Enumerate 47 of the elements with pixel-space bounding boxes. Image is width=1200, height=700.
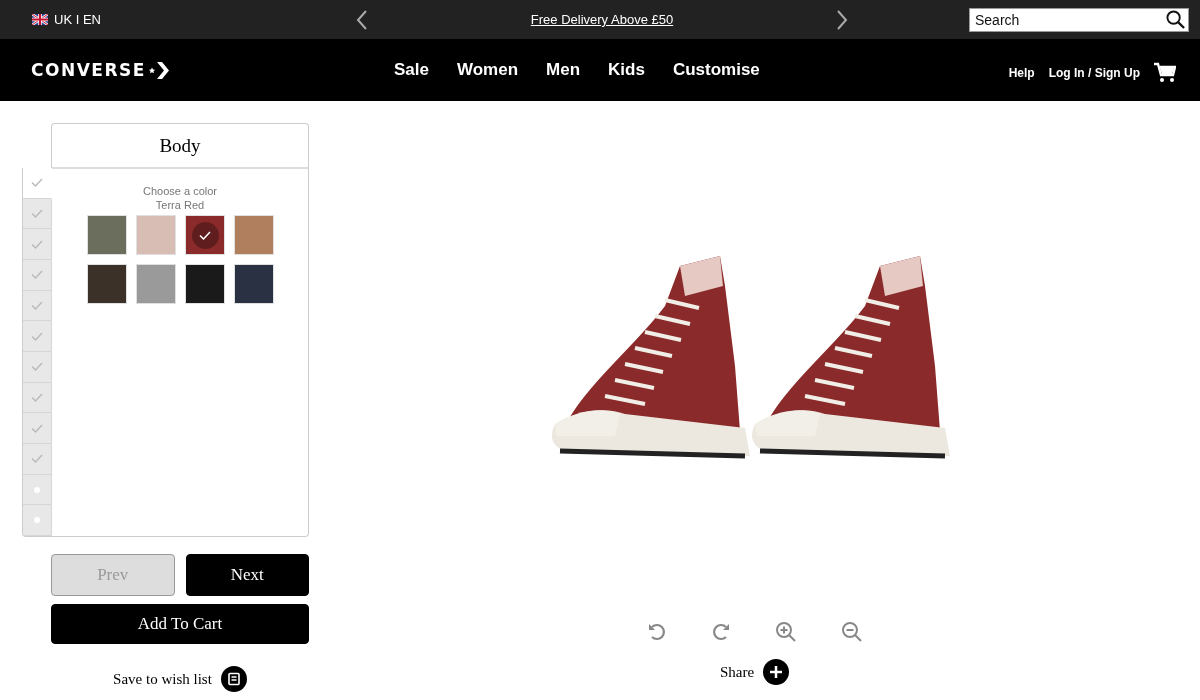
section-title: Body (51, 123, 309, 168)
color-swatch[interactable] (234, 215, 274, 255)
check-icon (31, 362, 43, 372)
plus-icon[interactable] (763, 659, 790, 685)
color-swatch[interactable] (136, 264, 176, 304)
nav-link[interactable]: Men (532, 60, 595, 80)
zoom-in-icon[interactable] (774, 621, 797, 643)
check-icon (31, 270, 43, 280)
color-swatch[interactable] (136, 215, 176, 255)
nav-link[interactable]: Sale (380, 60, 443, 80)
rotate-right-icon[interactable] (710, 621, 731, 641)
wish-list-link[interactable]: Save to wish list (113, 670, 212, 688)
locale-selector[interactable]: UK I EN (54, 12, 101, 27)
check-icon (31, 393, 43, 403)
check-icon (31, 331, 43, 341)
zoom-out-icon[interactable] (840, 621, 863, 643)
flag-icon (32, 14, 48, 25)
cart-icon[interactable] (1154, 62, 1176, 84)
check-icon (31, 178, 43, 188)
color-prompt: Choose a color (143, 184, 217, 198)
search-icon[interactable] (1166, 9, 1185, 29)
color-swatch[interactable] (87, 215, 127, 255)
nav-link[interactable]: Women (443, 60, 533, 80)
selected-color-name: Terra Red (155, 198, 205, 212)
next-button[interactable]: Next (185, 554, 309, 596)
account-link[interactable]: Log In / Sign Up (1048, 66, 1140, 80)
check-icon (31, 239, 43, 249)
search-field[interactable]: Search (969, 7, 1189, 32)
brand-logo[interactable]: CONVERSE (31, 60, 146, 80)
nav-link[interactable]: Customise (658, 60, 774, 80)
check-icon (31, 454, 43, 464)
color-swatch[interactable] (87, 264, 127, 304)
rotate-left-icon[interactable] (646, 621, 667, 641)
check-icon (31, 209, 43, 218)
share-label: Share (719, 663, 755, 681)
nav-link[interactable]: Kids (594, 60, 659, 80)
promo-link[interactable]: Free Delivery Above £50 (530, 12, 674, 27)
list-icon[interactable] (220, 666, 247, 692)
star-chevron-icon (148, 61, 169, 79)
color-swatch[interactable] (185, 264, 225, 304)
check-icon (31, 423, 43, 433)
check-mark (199, 230, 211, 240)
color-swatch[interactable] (234, 264, 274, 304)
color-swatch[interactable] (185, 215, 225, 255)
add-to-cart-button[interactable]: Add To Cart (51, 604, 309, 644)
check-icon (31, 301, 43, 310)
account-link[interactable]: Help (1008, 66, 1035, 80)
